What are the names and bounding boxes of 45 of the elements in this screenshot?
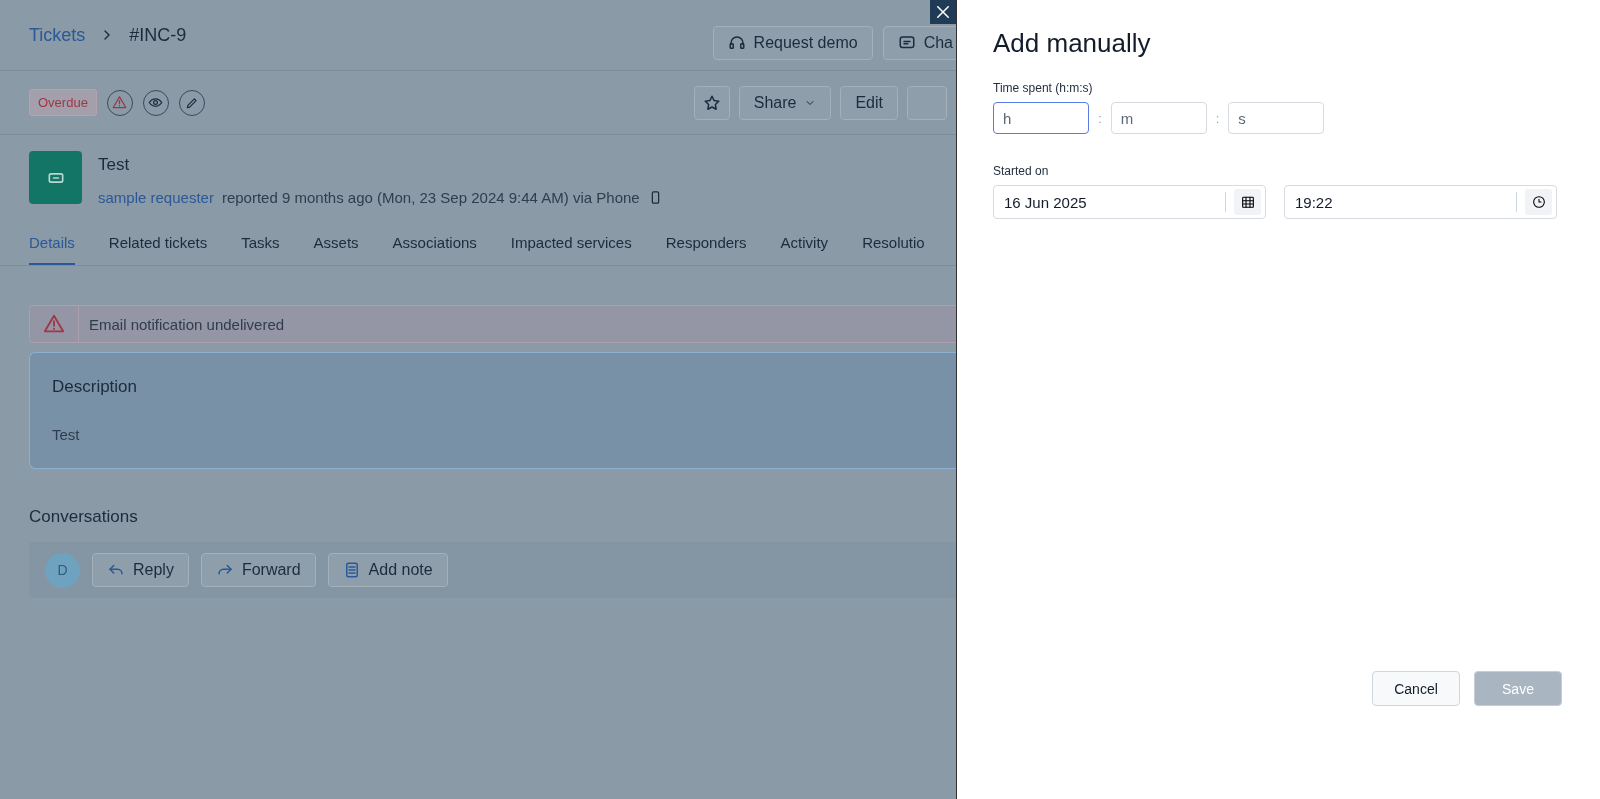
tab[interactable]: Activity xyxy=(780,226,829,265)
eye-icon xyxy=(148,95,164,110)
warning-icon xyxy=(112,95,128,110)
calendar-icon xyxy=(1240,194,1256,210)
conversation-button[interactable]: Reply xyxy=(92,553,189,587)
close-icon xyxy=(934,3,952,21)
tab[interactable]: Responders xyxy=(665,226,747,265)
header-button[interactable]: Cha xyxy=(882,26,956,60)
clock-icon xyxy=(1531,194,1547,210)
headset-icon xyxy=(727,34,746,52)
action-button[interactable]: Edit xyxy=(840,85,898,120)
avatar: D xyxy=(45,552,80,588)
date-field[interactable]: 16 Jun 2025 xyxy=(993,185,1266,219)
ticket-meta: reported 9 months ago (Mon, 23 Sep 2024 9:44 AM) via Phone xyxy=(221,189,640,206)
alert-text: Email notification undelivered xyxy=(88,315,285,333)
field-label: Started on xyxy=(993,164,1050,178)
tab[interactable]: Resolutio xyxy=(862,226,925,265)
star-button[interactable] xyxy=(693,85,730,120)
conversations-title: Conversations xyxy=(29,507,139,527)
field-label: Time spent (h:m:s) xyxy=(993,81,1094,95)
tab[interactable]: Assets xyxy=(313,226,359,265)
tab[interactable]: Associations xyxy=(392,226,477,265)
star-icon xyxy=(702,93,721,112)
time-separator: : xyxy=(1098,110,1102,126)
tab[interactable]: Impacted services xyxy=(510,226,632,265)
description-text: Test xyxy=(52,426,81,443)
footer-button[interactable]: Cancel xyxy=(1372,671,1460,706)
drawer-title: Add manually xyxy=(993,28,1152,59)
requester-link[interactable]: sample requester xyxy=(98,189,214,206)
warning-icon xyxy=(43,313,65,335)
tab[interactable]: Tasks xyxy=(241,226,280,265)
tab[interactable]: Related tickets xyxy=(108,226,208,265)
conversation-button[interactable]: Add note xyxy=(327,553,448,587)
ticket-title: Test xyxy=(98,155,131,175)
time-separator: : xyxy=(1215,110,1220,126)
conversation-button[interactable]: Forward xyxy=(200,553,316,587)
ticket-id: #INC-9 xyxy=(129,24,187,46)
pencil-icon xyxy=(184,95,199,110)
header-button[interactable]: Request demo xyxy=(712,26,873,60)
close-button[interactable] xyxy=(930,0,956,24)
description-title: Description xyxy=(52,377,139,397)
time-input[interactable]: h xyxy=(993,102,1089,134)
action-button[interactable]: Share xyxy=(738,85,832,120)
status-badge: Overdue xyxy=(29,89,97,116)
time-field[interactable]: 19:22 xyxy=(1284,185,1557,219)
